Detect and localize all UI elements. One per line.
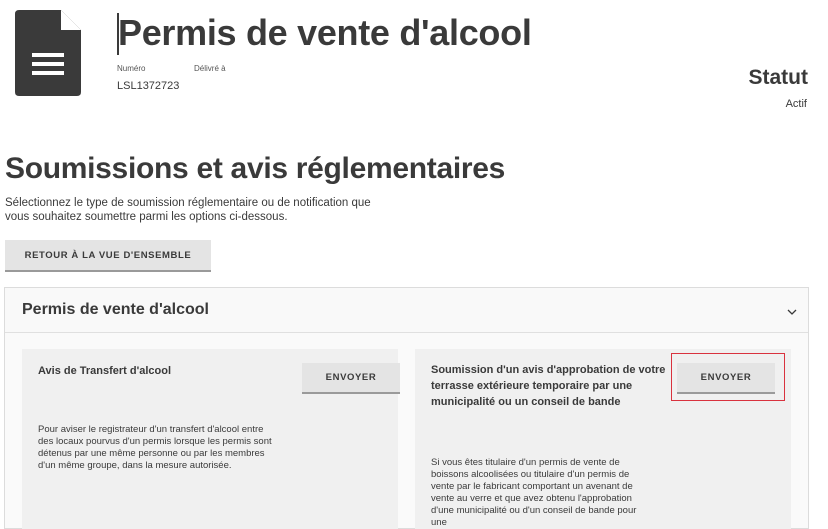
number-label: Numéro xyxy=(117,64,146,73)
back-to-overview-button[interactable]: RETOUR À LA VUE D'ENSEMBLE xyxy=(5,240,211,270)
send-terrace-button[interactable]: ENVOYER xyxy=(677,363,775,392)
accordion-title: Permis de vente d'alcool xyxy=(22,301,209,318)
card-description: Pour aviser le registrateur d'un transfe… xyxy=(38,424,272,471)
card-title: Soumission d'un avis d'approbation de vo… xyxy=(431,364,666,408)
section-description: Sélectionnez le type de soumission régle… xyxy=(5,197,371,223)
licence-title: Permis de vente d'alcool xyxy=(118,12,532,53)
accordion-panel: Permis de vente d'alcool Avis de Transfe… xyxy=(4,287,809,529)
card-transfer: Avis de Transfert d'alcool ENVOYER Pour … xyxy=(22,349,400,529)
status-value: Actif xyxy=(785,98,807,110)
delivered-to-label: Délivré à xyxy=(194,64,226,73)
section-title: Soumissions et avis réglementaires xyxy=(5,152,506,185)
licence-number: LSL1372723 xyxy=(117,80,180,92)
send-transfer-button[interactable]: ENVOYER xyxy=(302,363,400,392)
card-title: Avis de Transfert d'alcool xyxy=(38,365,172,377)
chevron-down-icon[interactable] xyxy=(786,304,798,315)
status-label: Statut xyxy=(748,66,809,89)
document-icon xyxy=(15,10,81,96)
accordion-header[interactable]: Permis de vente d'alcool xyxy=(5,288,808,333)
card-description: Si vous êtes titulaire d'un permis de ve… xyxy=(431,457,637,528)
